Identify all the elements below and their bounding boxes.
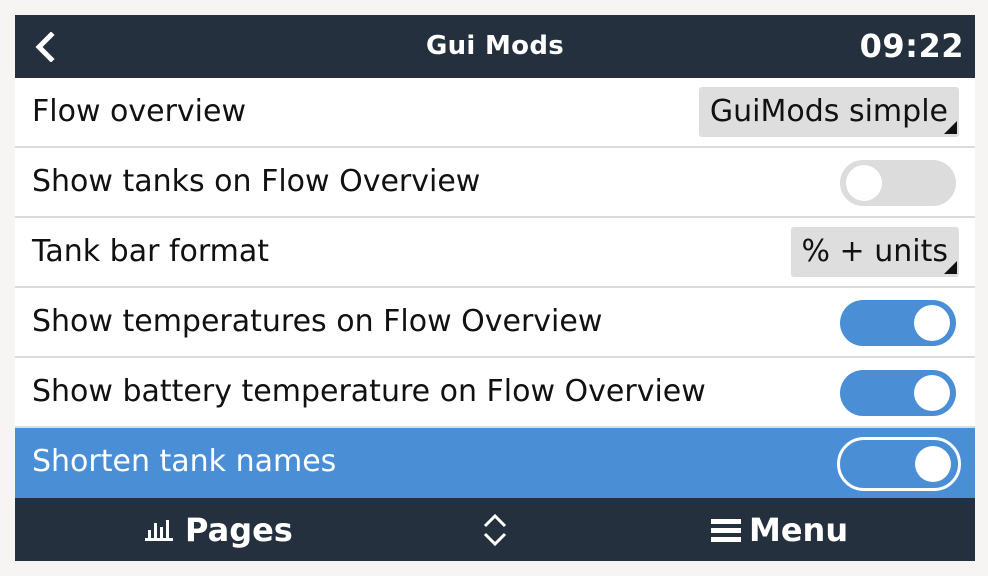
setting-label: Show temperatures on Flow Overview	[32, 304, 603, 339]
select-value: GuiMods simple	[709, 94, 948, 129]
bar-chart-icon	[145, 519, 173, 541]
dropdown-corner-icon	[944, 121, 957, 134]
show-battery-temperature-toggle[interactable]	[840, 370, 956, 416]
flow-overview-select[interactable]: GuiMods simple	[698, 87, 959, 137]
up-down-chevron-icon	[483, 513, 507, 547]
hamburger-menu-icon	[711, 518, 741, 542]
tank-bar-format-select[interactable]: % + units	[790, 227, 959, 277]
show-tanks-toggle[interactable]	[840, 160, 956, 206]
menu-button[interactable]: Menu	[711, 498, 848, 561]
setting-row-show-tanks[interactable]: Show tanks on Flow Overview	[15, 148, 975, 218]
select-value: % + units	[801, 234, 948, 269]
setting-row-show-temperatures[interactable]: Show temperatures on Flow Overview	[15, 288, 975, 358]
top-bar: Gui Mods 09:22	[15, 15, 975, 78]
setting-row-flow-overview[interactable]: Flow overview GuiMods simple	[15, 78, 975, 148]
setting-label: Shorten tank names	[32, 444, 337, 479]
pages-label: Pages	[185, 510, 293, 549]
setting-label: Flow overview	[32, 94, 246, 129]
toggle-knob	[914, 375, 950, 411]
scroll-up-down-button[interactable]	[481, 512, 509, 548]
menu-label: Menu	[749, 510, 849, 549]
show-temperatures-toggle[interactable]	[840, 300, 956, 346]
gui-mods-screen: Gui Mods 09:22 Flow overview GuiMods sim…	[15, 15, 975, 561]
page-title: Gui Mods	[425, 31, 565, 61]
setting-label: Show battery temperature on Flow Overvie…	[32, 374, 706, 409]
toggle-knob	[914, 305, 950, 341]
shorten-tank-names-toggle[interactable]	[837, 437, 961, 491]
setting-row-shorten-tank-names[interactable]: Shorten tank names	[15, 428, 975, 498]
setting-label: Show tanks on Flow Overview	[32, 164, 481, 199]
setting-label: Tank bar format	[32, 234, 270, 269]
bottom-bar: Pages Menu	[15, 498, 975, 561]
toggle-knob	[915, 446, 951, 482]
toggle-knob	[846, 165, 882, 201]
setting-row-show-battery-temperature[interactable]: Show battery temperature on Flow Overvie…	[15, 358, 975, 428]
setting-row-tank-bar-format[interactable]: Tank bar format % + units	[15, 218, 975, 288]
pages-button[interactable]: Pages	[145, 498, 293, 561]
dropdown-corner-icon	[944, 261, 957, 274]
clock: 09:22	[859, 27, 964, 65]
settings-list: Flow overview GuiMods simple Show tanks …	[15, 78, 975, 498]
